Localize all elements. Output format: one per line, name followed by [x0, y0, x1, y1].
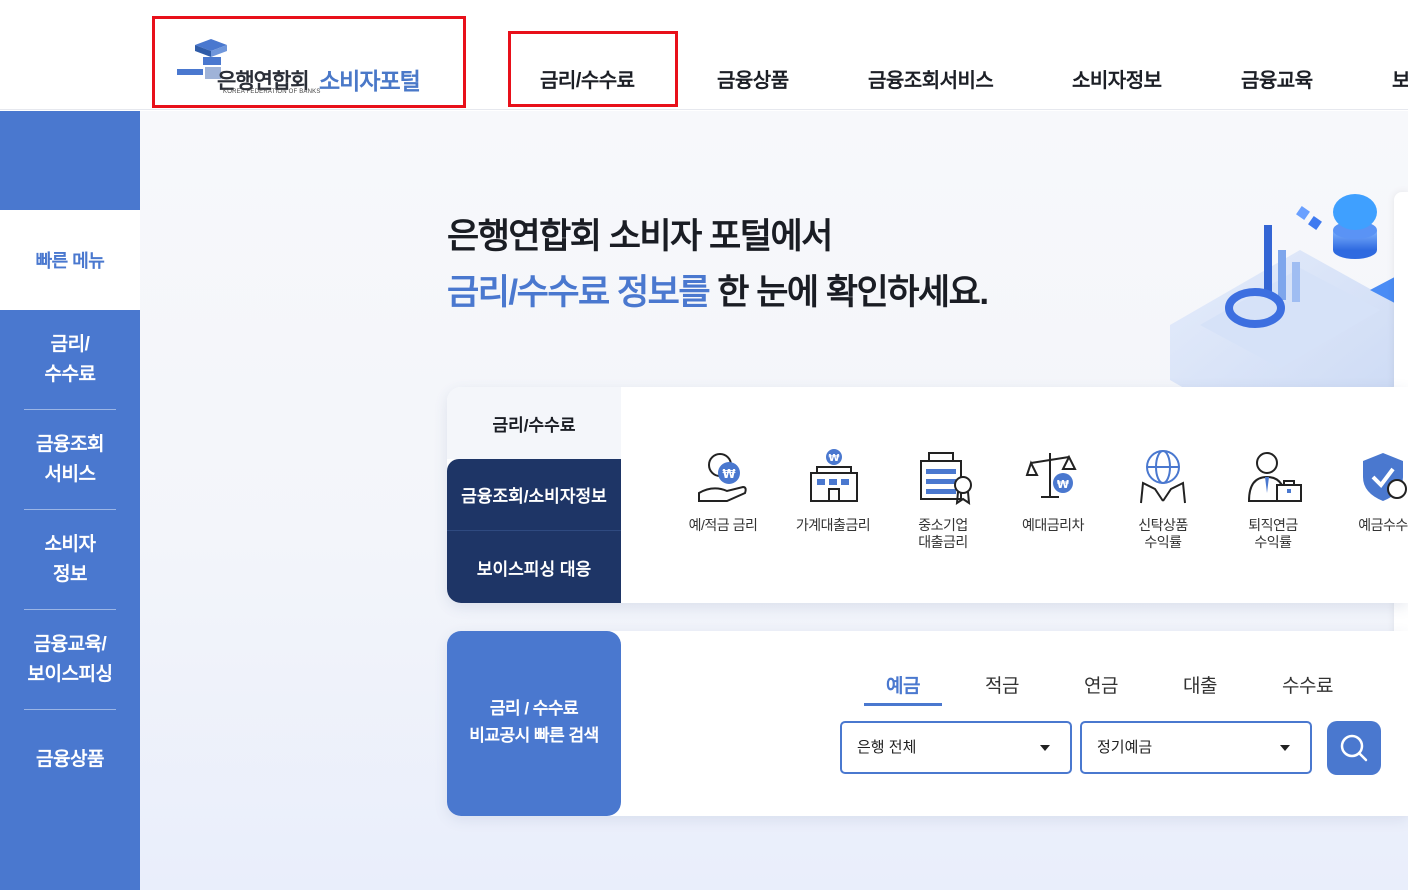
sidebar-item-inquiry[interactable]: 금융조회 서비스 [0, 430, 140, 490]
sidebar-item-products[interactable]: 금융상품 [0, 745, 140, 775]
deposit-loan-spread-icon: ₩ [1025, 453, 1077, 498]
sidebar-item-label: 서비스 [44, 464, 96, 485]
rate-search-title: 금리 / 수수료 비교공시 빠른 검색 [447, 631, 621, 816]
quick-menu-label: 빠른 메뉴 [0, 210, 140, 310]
gnb-rates-fees[interactable]: 금리/수수료 [540, 64, 635, 93]
gnb-consumer-info[interactable]: 소비자정보 [1072, 64, 1162, 93]
sidebar-item-consumer-info[interactable]: 소비자 정보 [0, 530, 140, 590]
product-select-value: 정기예금 [1097, 739, 1153, 756]
active-tab-underline [864, 703, 942, 706]
sidebar-item-label: 소비자 [44, 534, 96, 555]
hero-title-line2: 금리/수수료 정보를 한 눈에 확인하세요. [447, 264, 989, 315]
rate-search-title-line2: 비교공시 빠른 검색 [469, 726, 599, 745]
quick-link-deposit-fee[interactable]: 예금수수 [1333, 447, 1408, 534]
quick-link-sme-loan[interactable]: 중소기업 대출금리 [893, 447, 993, 551]
sme-loan-icon [920, 452, 972, 505]
chevron-down-icon [1040, 745, 1050, 751]
logo-text-english: KOREA FEDERATION OF BANKS [223, 89, 321, 95]
pension-icon [1247, 452, 1302, 502]
sidebar-divider [24, 409, 116, 410]
chevron-down-icon [1280, 745, 1290, 751]
quick-link-label: 가계대출금리 [795, 517, 871, 533]
category-tab-column: 금리/수수료 금융조회/소비자정보 보이스피싱 대응 [447, 387, 621, 603]
svg-text:₩: ₩ [828, 453, 839, 464]
sidebar-divider [24, 709, 116, 710]
quick-link-trust-product[interactable]: 신탁상품 수익률 [1113, 447, 1213, 551]
quick-link-label: 중소기업 대출금리 [918, 517, 968, 550]
sidebar-item-label: 금융상품 [36, 749, 104, 770]
hero-title-line1: 은행연합회 소비자 포털에서 [447, 217, 833, 256]
quick-link-label: 퇴직연금 수익률 [1248, 517, 1298, 550]
sidebar-item-label: 금리/ [50, 334, 90, 355]
logo-text-portal: 소비자포털 [319, 68, 421, 94]
quick-link-savings-rate[interactable]: ₩ 예/적금 금리 [673, 447, 773, 534]
gnb-financial-products[interactable]: 금융상품 [717, 64, 789, 93]
site-logo[interactable]: 은행연합회 KOREA FEDERATION OF BANKS 소비자포털 [152, 16, 466, 108]
tab-voice-phishing[interactable]: 보이스피싱 대응 [447, 531, 621, 603]
svg-text:₩: ₩ [722, 467, 736, 481]
quick-link-label: 예대금리차 [1022, 517, 1084, 533]
rate-search-title-line1: 금리 / 수수료 [489, 699, 579, 718]
quick-category-card: 금리/수수료 금융조회/소비자정보 보이스피싱 대응 ₩ 예/적금 금리 ₩ 가… [447, 387, 1408, 603]
tab-rates-fees[interactable]: 금리/수수료 [447, 387, 621, 459]
household-loan-icon: ₩ [810, 449, 858, 502]
hero-title-accent: 금리/수수료 정보를 [447, 273, 711, 312]
search-button[interactable] [1327, 721, 1381, 775]
sidebar-item-rates-fees[interactable]: 금리/ 수수료 [0, 330, 140, 390]
site-header: 은행연합회 KOREA FEDERATION OF BANKS 소비자포털 금리… [0, 0, 1408, 110]
gnb-inquiry-services[interactable]: 금융조회서비스 [868, 64, 994, 93]
tab-installment-savings[interactable]: 적금 [985, 671, 1019, 698]
tab-pension[interactable]: 연금 [1084, 671, 1118, 698]
tab-deposit[interactable]: 예금 [886, 671, 920, 698]
rate-search-card: 금리 / 수수료 비교공시 빠른 검색 예금 적금 연금 대출 수수료 은행 전… [447, 631, 1408, 816]
quick-link-label: 신탁상품 수익률 [1138, 517, 1188, 550]
quick-link-label: 예금수수 [1358, 517, 1408, 533]
quick-link-label: 예/적금 금리 [688, 517, 758, 533]
quick-sidebar: 빠른 메뉴 금리/ 수수료 금융조회 서비스 소비자 정보 금융교육/ 보이스피… [0, 111, 140, 890]
savings-rate-icon: ₩ [698, 453, 747, 502]
sidebar-divider [24, 509, 116, 510]
hero-title-rest: 한 눈에 확인하세요. [709, 273, 989, 312]
tab-loan[interactable]: 대출 [1183, 671, 1217, 698]
sidebar-item-education[interactable]: 금융교육/ 보이스피싱 [0, 630, 140, 690]
sidebar-item-label: 정보 [53, 564, 87, 585]
gnb-voice-phishing[interactable]: 보 [1392, 64, 1408, 93]
deposit-fee-icon [1363, 453, 1407, 501]
trust-product-icon [1140, 450, 1186, 504]
bank-select-value: 은행 전체 [857, 739, 917, 756]
quick-link-pension[interactable]: 퇴직연금 수익률 [1223, 447, 1323, 551]
quick-link-household-loan[interactable]: ₩ 가계대출금리 [783, 447, 883, 534]
sidebar-item-label: 금융교육/ [33, 634, 107, 655]
sidebar-item-label: 수수료 [44, 364, 96, 385]
bank-select[interactable]: 은행 전체 [840, 721, 1072, 774]
quick-link-deposit-loan-spread[interactable]: ₩ 예대금리차 [1003, 447, 1103, 534]
sidebar-divider [24, 609, 116, 610]
search-icon [1340, 734, 1368, 762]
sidebar-item-label: 보이스피싱 [27, 664, 113, 685]
sidebar-item-label: 금융조회 [36, 434, 104, 455]
tab-fees[interactable]: 수수료 [1282, 671, 1333, 698]
product-select[interactable]: 정기예금 [1080, 721, 1312, 774]
tab-inquiry-consumer[interactable]: 금융조회/소비자정보 [447, 459, 621, 531]
gnb-financial-education[interactable]: 금융교육 [1241, 64, 1313, 93]
svg-text:₩: ₩ [1057, 478, 1069, 491]
